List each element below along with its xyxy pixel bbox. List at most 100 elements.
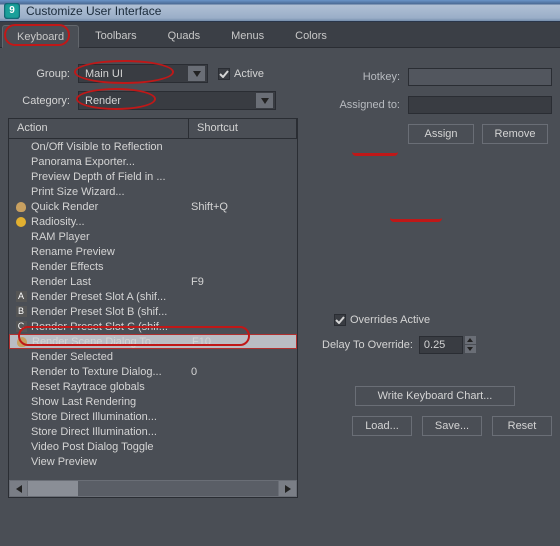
list-item[interactable]: Render Scene Dialog To...F10 bbox=[9, 334, 297, 349]
horizontal-scrollbar[interactable] bbox=[9, 480, 297, 497]
item-icon: B bbox=[13, 305, 29, 319]
chevron-down-icon bbox=[256, 93, 273, 108]
load-button[interactable]: Load... bbox=[352, 416, 412, 436]
delay-spinner[interactable]: 0.25 bbox=[419, 336, 476, 354]
list-item[interactable]: Render to Texture Dialog...0 bbox=[9, 364, 297, 379]
item-label: Reset Raytrace globals bbox=[31, 381, 191, 393]
list-item[interactable]: Print Size Wizard... bbox=[9, 184, 297, 199]
list-item[interactable]: Render Effects bbox=[9, 259, 297, 274]
list-item[interactable]: RAM Player bbox=[9, 229, 297, 244]
item-icon bbox=[13, 380, 29, 394]
item-label: Show Last Rendering bbox=[31, 396, 191, 408]
item-label: On/Off Visible to Reflection bbox=[31, 141, 191, 153]
item-shortcut: F10 bbox=[192, 336, 294, 348]
group-value: Main UI bbox=[85, 68, 188, 80]
tab-menus[interactable]: Menus bbox=[216, 24, 279, 47]
item-label: Render Effects bbox=[31, 261, 191, 273]
item-shortcut: 0 bbox=[191, 366, 295, 378]
group-label: Group: bbox=[16, 68, 78, 80]
col-shortcut[interactable]: Shortcut bbox=[189, 119, 297, 138]
active-checkbox[interactable] bbox=[218, 68, 230, 80]
scroll-thumb[interactable] bbox=[28, 481, 78, 496]
spinner-down-icon[interactable] bbox=[465, 345, 476, 353]
item-icon bbox=[13, 170, 29, 184]
list-item[interactable]: Panorama Exporter... bbox=[9, 154, 297, 169]
list-item[interactable]: Store Direct Illumination... bbox=[9, 409, 297, 424]
scroll-left-icon[interactable] bbox=[10, 481, 27, 496]
write-chart-button[interactable]: Write Keyboard Chart... bbox=[355, 386, 515, 406]
item-label: Render Selected bbox=[31, 351, 191, 363]
list-item[interactable]: On/Off Visible to Reflection bbox=[9, 139, 297, 154]
item-icon: A bbox=[13, 290, 29, 304]
item-label: Store Direct Illumination... bbox=[31, 426, 191, 438]
item-label: Render to Texture Dialog... bbox=[31, 366, 191, 378]
remove-button[interactable]: Remove bbox=[482, 124, 548, 144]
list-item[interactable]: View Preview bbox=[9, 454, 297, 469]
group-dropdown[interactable]: Main UI bbox=[78, 64, 208, 83]
item-shortcut: Shift+Q bbox=[191, 201, 295, 213]
list-item[interactable]: CRender Preset Slot C (shif... bbox=[9, 319, 297, 334]
item-label: Render Preset Slot C (shif... bbox=[31, 321, 191, 333]
category-dropdown[interactable]: Render bbox=[78, 91, 276, 110]
category-label: Category: bbox=[16, 95, 78, 107]
action-list[interactable]: Action Shortcut On/Off Visible to Reflec… bbox=[8, 118, 298, 498]
save-button[interactable]: Save... bbox=[422, 416, 482, 436]
list-item[interactable]: Quick RenderShift+Q bbox=[9, 199, 297, 214]
tab-strip: Keyboard Toolbars Quads Menus Colors bbox=[0, 22, 560, 48]
overrides-label: Overrides Active bbox=[350, 314, 430, 326]
item-icon bbox=[13, 365, 29, 379]
overrides-checkbox[interactable] bbox=[334, 314, 346, 326]
delay-label: Delay To Override: bbox=[322, 339, 413, 351]
item-icon bbox=[13, 395, 29, 409]
list-item[interactable]: Reset Raytrace globals bbox=[9, 379, 297, 394]
item-icon bbox=[13, 155, 29, 169]
assign-button[interactable]: Assign bbox=[408, 124, 474, 144]
item-icon bbox=[13, 260, 29, 274]
item-label: Render Last bbox=[31, 276, 191, 288]
tab-quads[interactable]: Quads bbox=[153, 24, 215, 47]
item-label: Print Size Wizard... bbox=[31, 186, 191, 198]
item-label: Render Preset Slot A (shif... bbox=[31, 291, 191, 303]
list-item[interactable]: Rename Preview bbox=[9, 244, 297, 259]
item-icon bbox=[13, 275, 29, 289]
delay-value[interactable]: 0.25 bbox=[419, 336, 463, 354]
active-label: Active bbox=[234, 68, 264, 80]
item-label: Quick Render bbox=[31, 201, 191, 213]
item-label: View Preview bbox=[31, 456, 191, 468]
tab-keyboard[interactable]: Keyboard bbox=[2, 25, 79, 48]
list-item[interactable]: Preview Depth of Field in ... bbox=[9, 169, 297, 184]
item-icon bbox=[13, 410, 29, 424]
list-item[interactable]: BRender Preset Slot B (shif... bbox=[9, 304, 297, 319]
item-icon bbox=[13, 455, 29, 469]
list-header: Action Shortcut bbox=[9, 119, 297, 139]
item-icon bbox=[13, 230, 29, 244]
item-shortcut: F9 bbox=[191, 276, 295, 288]
list-item[interactable]: Render LastF9 bbox=[9, 274, 297, 289]
item-icon bbox=[13, 185, 29, 199]
scroll-right-icon[interactable] bbox=[279, 481, 296, 496]
reset-button[interactable]: Reset bbox=[492, 416, 552, 436]
item-icon bbox=[13, 350, 29, 364]
hotkey-input[interactable] bbox=[408, 68, 552, 86]
item-label: Panorama Exporter... bbox=[31, 156, 191, 168]
item-icon bbox=[14, 335, 30, 349]
assigned-display bbox=[408, 96, 552, 114]
tab-colors[interactable]: Colors bbox=[280, 24, 342, 47]
item-icon bbox=[13, 425, 29, 439]
item-icon: C bbox=[13, 320, 29, 334]
list-item[interactable]: Show Last Rendering bbox=[9, 394, 297, 409]
item-icon bbox=[13, 140, 29, 154]
assigned-label: Assigned to: bbox=[318, 99, 408, 111]
item-label: Store Direct Illumination... bbox=[31, 411, 191, 423]
list-item[interactable]: Store Direct Illumination... bbox=[9, 424, 297, 439]
list-item[interactable]: Render Selected bbox=[9, 349, 297, 364]
item-label: Render Preset Slot B (shif... bbox=[31, 306, 191, 318]
list-item[interactable]: Radiosity... bbox=[9, 214, 297, 229]
list-item[interactable]: Video Post Dialog Toggle bbox=[9, 439, 297, 454]
tab-toolbars[interactable]: Toolbars bbox=[80, 24, 152, 47]
spinner-up-icon[interactable] bbox=[465, 336, 476, 344]
item-label: Radiosity... bbox=[31, 216, 191, 228]
app-icon: 9 bbox=[4, 3, 20, 19]
list-item[interactable]: ARender Preset Slot A (shif... bbox=[9, 289, 297, 304]
col-action[interactable]: Action bbox=[9, 119, 189, 138]
